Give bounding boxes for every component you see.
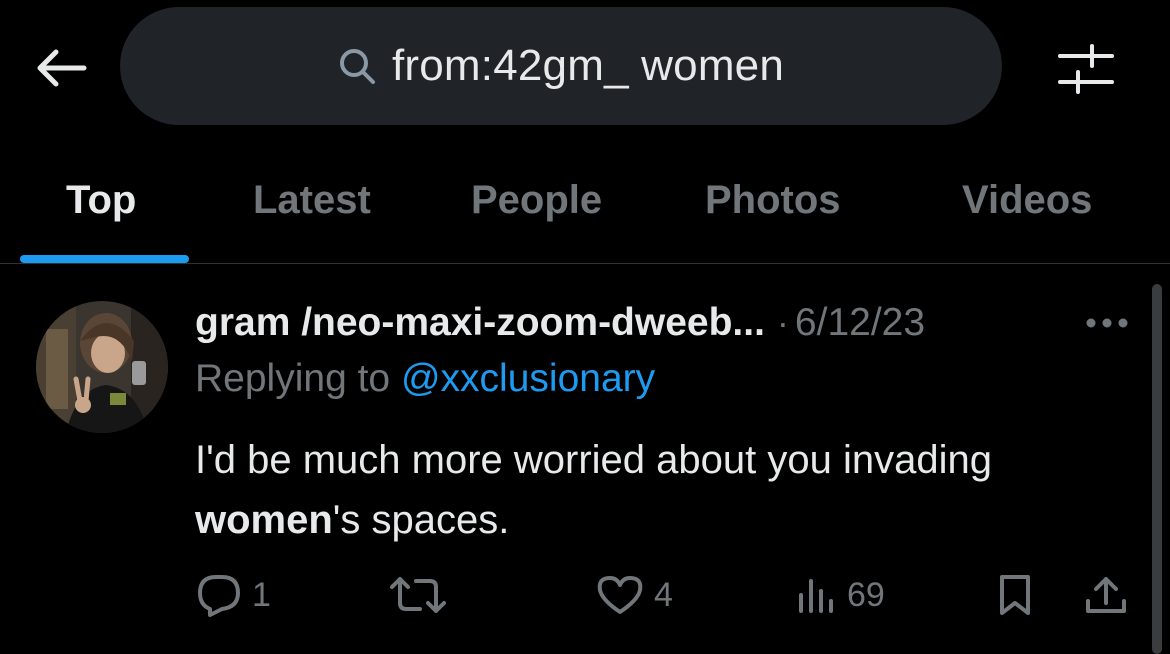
tab-people[interactable]: People: [471, 170, 602, 230]
replying-to: Replying to @xxclusionary: [195, 357, 655, 401]
more-dots-icon: [1086, 318, 1128, 328]
search-filter-button[interactable]: [1050, 36, 1122, 102]
active-tab-indicator: [20, 255, 189, 263]
reply-button[interactable]: 1: [196, 565, 271, 625]
tab-latest[interactable]: Latest: [253, 170, 371, 230]
top-bar: from:42gm_ women: [0, 0, 1170, 140]
back-arrow-icon: [37, 49, 87, 87]
tweet[interactable]: gram /neo-maxi-zoom-dweeb... · 6/12/23 R…: [0, 265, 1170, 654]
view-count: 69: [847, 575, 885, 614]
search-query: from:42gm_ women: [391, 41, 785, 90]
like-button[interactable]: 4: [596, 565, 673, 625]
tweet-header: gram /neo-maxi-zoom-dweeb... · 6/12/23: [195, 298, 925, 348]
tweet-text-part2: 's spaces.: [332, 498, 510, 542]
reply-icon: [198, 575, 240, 617]
replying-handle-link[interactable]: @xxclusionary: [401, 357, 655, 400]
display-name[interactable]: gram /neo-maxi-zoom-dweeb...: [195, 301, 765, 345]
bookmark-button[interactable]: [996, 565, 1034, 625]
search-input[interactable]: from:42gm_ women: [120, 7, 1002, 125]
tweet-text-part1: I'd be much more worried about you invad…: [195, 438, 992, 482]
retweet-button[interactable]: [388, 565, 458, 625]
search-tabs: Top Latest People Photos Videos: [0, 140, 1170, 264]
filter-sliders-icon: [1058, 44, 1114, 94]
tweet-text: I'd be much more worried about you invad…: [195, 430, 1125, 550]
search-icon: [339, 49, 375, 84]
tweet-text-highlight: women: [195, 498, 333, 542]
views-button[interactable]: 69: [797, 565, 885, 625]
tab-top[interactable]: Top: [66, 170, 136, 230]
retweet-icon: [390, 577, 446, 613]
scrollbar[interactable]: [1152, 284, 1162, 654]
avatar[interactable]: [36, 301, 168, 433]
tweet-actions: 1 4 69: [0, 565, 1170, 625]
tab-videos[interactable]: Videos: [962, 170, 1092, 230]
replying-prefix: Replying to: [195, 357, 391, 400]
bookmark-icon: [1000, 575, 1030, 615]
share-button[interactable]: [1084, 565, 1128, 625]
share-icon: [1086, 577, 1126, 613]
like-count: 4: [654, 575, 673, 614]
header-separator: ·: [776, 302, 789, 343]
tweet-date[interactable]: 6/12/23: [795, 301, 925, 345]
back-button[interactable]: [28, 40, 92, 96]
reply-count: 1: [252, 575, 271, 614]
more-options-button[interactable]: [1080, 305, 1134, 341]
views-icon: [799, 579, 833, 613]
tab-photos[interactable]: Photos: [705, 170, 841, 230]
like-icon: [597, 576, 643, 614]
